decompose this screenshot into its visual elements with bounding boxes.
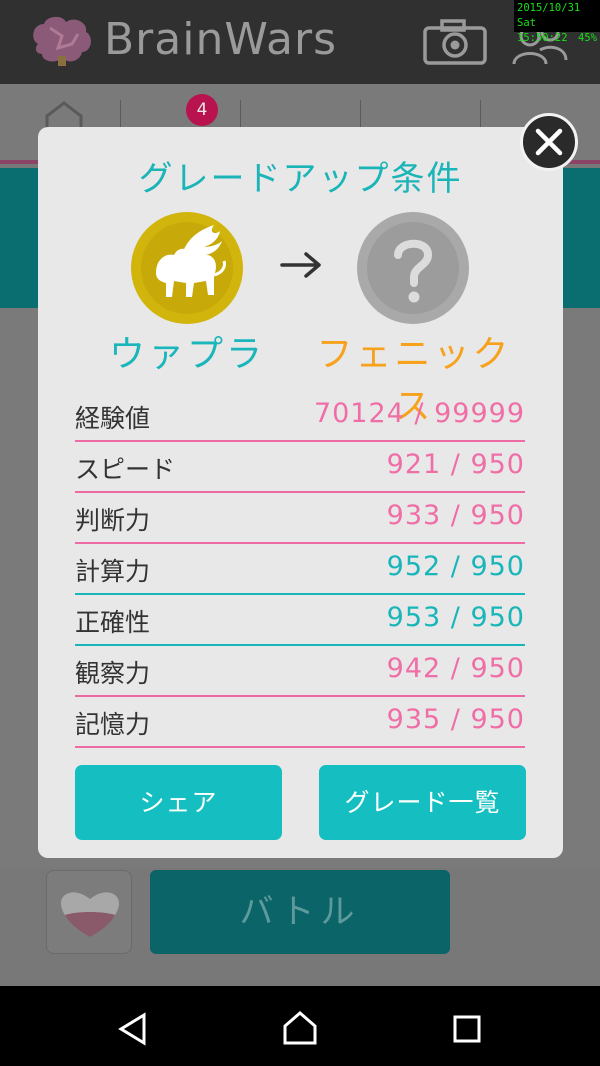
stat-value: 952 / 950 [386, 551, 525, 582]
stat-label: 経験値 [75, 404, 151, 433]
stat-label: スピード [75, 455, 176, 484]
heart-button[interactable] [46, 870, 132, 954]
grade-up-dialog: グレードアップ条件 ウァプラ フェニックス 経験値 70124 / 99999 … [38, 127, 563, 858]
status-date: 2015/10/31 Sat [517, 2, 581, 29]
stat-underline [75, 593, 525, 595]
stat-underline [75, 695, 525, 697]
question-mark-emblem-icon [357, 212, 469, 324]
battle-button[interactable]: バトル [150, 870, 450, 954]
stat-row-observation: 観察力 942 / 950 [75, 652, 525, 703]
grade-list-button[interactable]: グレード一覧 [319, 765, 526, 840]
status-overlay: 2015/10/31 Sat 15:50:22 45% [514, 0, 600, 44]
stat-value: 70124 / 99999 [313, 398, 525, 429]
back-icon[interactable] [116, 1012, 150, 1046]
stat-value: 942 / 950 [386, 653, 525, 684]
close-button[interactable] [520, 113, 578, 171]
stat-value: 921 / 950 [386, 449, 525, 480]
close-icon [535, 128, 563, 156]
stat-row-calculation: 計算力 952 / 950 [75, 550, 525, 601]
arrow-right-icon [280, 252, 321, 278]
app-header: BrainWars 2015/10/31 Sat 15:50:22 45% [0, 0, 600, 84]
stat-row-experience: 経験値 70124 / 99999 [75, 397, 525, 448]
share-button[interactable]: シェア [75, 765, 282, 840]
home-icon[interactable] [282, 1010, 318, 1046]
status-time: 15:50:22 [517, 32, 568, 44]
stat-underline [75, 644, 525, 646]
stat-label: 計算力 [75, 557, 151, 586]
recent-apps-icon[interactable] [452, 1014, 482, 1044]
stat-value: 953 / 950 [386, 602, 525, 633]
dialog-title: グレードアップ条件 [138, 159, 463, 199]
stat-underline [75, 542, 525, 544]
stat-underline [75, 491, 525, 493]
stat-label: 正確性 [75, 608, 151, 637]
stat-label: 観察力 [75, 659, 151, 688]
stat-row-memory: 記憶力 935 / 950 [75, 703, 525, 754]
app-title: BrainWars [104, 14, 338, 65]
stat-label: 判断力 [75, 506, 151, 535]
camera-icon[interactable] [422, 18, 488, 66]
stat-label: 記憶力 [75, 710, 151, 739]
stats-list: 経験値 70124 / 99999 スピード 921 / 950 判断力 933… [75, 397, 525, 754]
stat-value: 935 / 950 [386, 704, 525, 735]
stat-row-accuracy: 正確性 953 / 950 [75, 601, 525, 652]
stat-underline [75, 440, 525, 442]
status-battery: 45% [578, 32, 597, 44]
brain-logo-icon [33, 16, 91, 66]
heart-icon [61, 892, 119, 937]
winged-lion-emblem-icon [131, 212, 243, 324]
stat-row-judgment: 判断力 933 / 950 [75, 499, 525, 550]
current-grade-name: ウァプラ [108, 334, 265, 375]
stat-underline [75, 746, 525, 748]
notification-badge: 4 [186, 94, 218, 126]
stat-value: 933 / 950 [386, 500, 525, 531]
stat-row-speed: スピード 921 / 950 [75, 448, 525, 499]
